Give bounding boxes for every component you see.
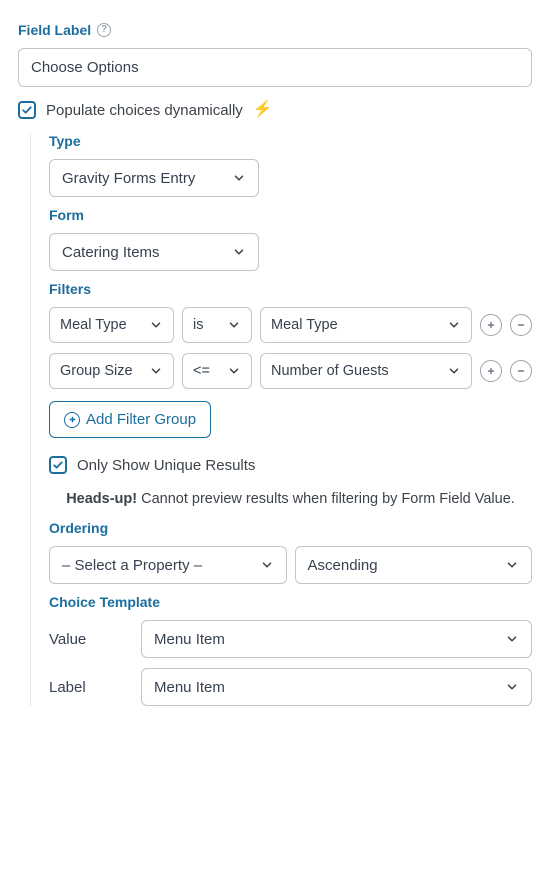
chevron-down-icon [227, 318, 241, 332]
field-label-heading: Field Label ? [18, 22, 532, 38]
tpl-label-select-text: Menu Item [154, 679, 225, 696]
type-select[interactable]: Gravity Forms Entry [49, 159, 259, 197]
tpl-value-select-text: Menu Item [154, 631, 225, 648]
filter-value-select[interactable]: Number of Guests [260, 353, 472, 389]
form-heading: Form [49, 207, 532, 223]
ordering-heading: Ordering [49, 520, 532, 536]
add-filter-button[interactable] [480, 360, 502, 382]
ordering-property-value: – Select a Property – [62, 557, 202, 574]
add-filter-button[interactable] [480, 314, 502, 336]
chevron-down-icon [149, 318, 163, 332]
choice-template-heading: Choice Template [49, 594, 532, 610]
form-select[interactable]: Catering Items [49, 233, 259, 271]
chevron-down-icon [227, 364, 241, 378]
remove-filter-button[interactable] [510, 314, 532, 336]
chevron-down-icon [447, 318, 461, 332]
type-select-value: Gravity Forms Entry [62, 170, 195, 187]
filter-op-value: <= [193, 363, 210, 379]
chevron-down-icon [505, 632, 519, 646]
filter-value-select[interactable]: Meal Type [260, 307, 472, 343]
heads-up-bold: Heads-up! [66, 491, 137, 507]
plus-circle-icon [64, 412, 80, 428]
chevron-down-icon [447, 364, 461, 378]
filter-value-text: Number of Guests [271, 363, 389, 379]
heads-up-message: Heads-up! Cannot preview results when fi… [59, 488, 522, 510]
populate-dynamically-label: Populate choices dynamically [46, 102, 243, 119]
tpl-label-select[interactable]: Menu Item [141, 668, 532, 706]
filter-field-value: Meal Type [60, 317, 127, 333]
unique-results-label: Only Show Unique Results [77, 457, 255, 474]
filter-value-text: Meal Type [271, 317, 338, 333]
tpl-value-select[interactable]: Menu Item [141, 620, 532, 658]
field-label-text: Field Label [18, 22, 91, 38]
chevron-down-icon [505, 680, 519, 694]
filter-op-select[interactable]: <= [182, 353, 252, 389]
ordering-direction-select[interactable]: Ascending [295, 546, 533, 584]
filter-op-value: is [193, 317, 203, 333]
chevron-down-icon [232, 171, 246, 185]
populate-dynamically-checkbox[interactable] [18, 101, 36, 119]
remove-filter-button[interactable] [510, 360, 532, 382]
tpl-label-label: Label [49, 679, 121, 696]
heads-up-text: Cannot preview results when filtering by… [137, 491, 515, 507]
filter-row: Meal Type is Meal Type [49, 307, 532, 343]
ordering-property-select[interactable]: – Select a Property – [49, 546, 287, 584]
chevron-down-icon [260, 558, 274, 572]
help-icon[interactable]: ? [97, 23, 111, 37]
chevron-down-icon [149, 364, 163, 378]
add-filter-group-button[interactable]: Add Filter Group [49, 401, 211, 438]
filter-field-value: Group Size [60, 363, 133, 379]
chevron-down-icon [232, 245, 246, 259]
ordering-direction-value: Ascending [308, 557, 378, 574]
filter-field-select[interactable]: Group Size [49, 353, 174, 389]
form-select-value: Catering Items [62, 244, 160, 261]
type-heading: Type [49, 133, 532, 149]
unique-results-checkbox[interactable] [49, 456, 67, 474]
filter-field-select[interactable]: Meal Type [49, 307, 174, 343]
add-filter-group-label: Add Filter Group [86, 411, 196, 428]
chevron-down-icon [505, 558, 519, 572]
bolt-icon: ⚡ [253, 102, 273, 118]
filter-op-select[interactable]: is [182, 307, 252, 343]
tpl-value-label: Value [49, 631, 121, 648]
field-label-input[interactable] [18, 48, 532, 87]
filter-row: Group Size <= Number of Guests [49, 353, 532, 389]
filters-heading: Filters [49, 281, 532, 297]
